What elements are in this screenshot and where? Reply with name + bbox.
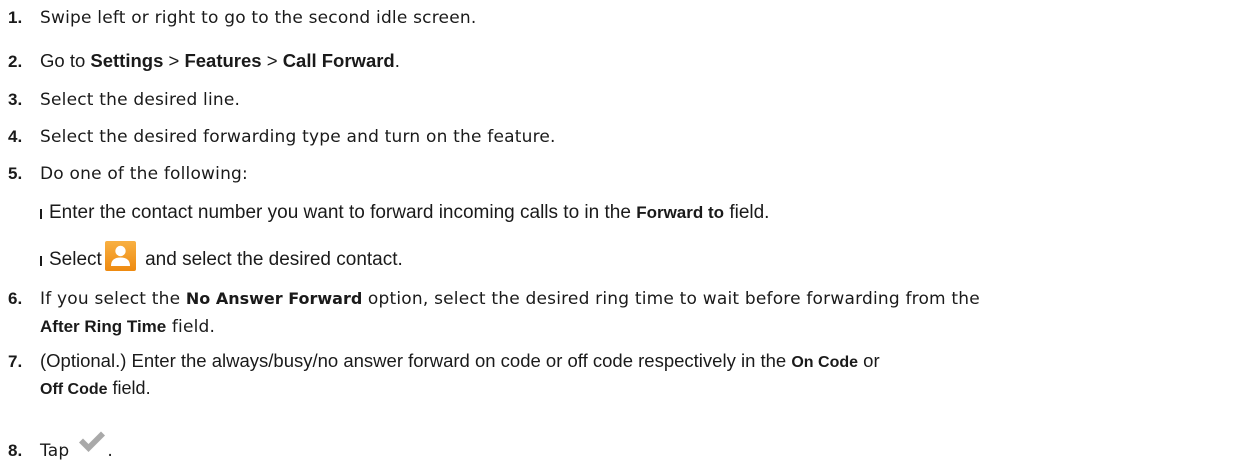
step-text: Select the desired forwarding type and t… (40, 127, 556, 147)
sub-step-text: Enter the contact number you want to for… (49, 202, 637, 223)
step-number: 2. (8, 52, 23, 71)
menu-features: Features (184, 50, 262, 71)
step-3: 3. Select the desired line. (8, 88, 240, 112)
step-4: 4. Select the desired forwarding type and… (8, 125, 556, 149)
separator: > (261, 50, 283, 71)
sub-step-text-end: and select the desired contact. (139, 249, 403, 270)
bullet-mark (40, 209, 42, 219)
option-no-answer-forward: No Answer Forward (185, 289, 363, 308)
sub-step-text: Select (49, 249, 102, 270)
sub-step-1: Enter the contact number you want to for… (40, 201, 769, 225)
step-text-end: field. (166, 317, 216, 337)
step-number: 6. (8, 289, 23, 308)
step-text-end: . (394, 50, 400, 71)
step-number: 4. (8, 127, 23, 146)
step-text-cont: or (858, 350, 880, 371)
document-page: 1. Swipe left or right to go to the secon… (0, 0, 1236, 472)
field-on-code: On Code (791, 354, 859, 371)
step-number: 3. (8, 90, 23, 109)
step-text: Do one of the following: (40, 164, 248, 184)
step-6-line-2: After Ring Time field. (40, 315, 215, 339)
step-text: Swipe left or right to go to the second … (40, 8, 477, 28)
step-7-line-2: Off Code field. (40, 376, 151, 402)
step-text-cont: option, select the desired ring time to … (362, 289, 980, 309)
bullet-mark (40, 256, 42, 266)
step-1: 1. Swipe left or right to go to the secon… (8, 6, 476, 30)
step-6: 6. If you select the No Answer Forward op… (8, 287, 980, 311)
step-5: 5. Do one of the following: (8, 162, 248, 186)
step-8: 8. Tap . (8, 430, 113, 463)
field-after-ring-time: After Ring Time (40, 317, 167, 336)
menu-settings: Settings (90, 50, 164, 71)
separator: > (163, 50, 185, 71)
step-text-end: field. (107, 378, 151, 398)
step-2: 2. Go to Settings > Features > Call Forwa… (8, 49, 400, 74)
step-number: 1. (8, 8, 23, 27)
step-number: 8. (8, 441, 23, 460)
step-text: Select the desired line. (40, 90, 241, 110)
menu-call-forward: Call Forward (282, 50, 395, 71)
step-text: Tap (40, 441, 70, 461)
contact-icon (104, 241, 137, 271)
sub-step-text-end: field. (724, 202, 770, 223)
step-text-end: . (107, 441, 113, 461)
step-7: 7. (Optional.) Enter the always/busy/no a… (8, 349, 880, 375)
step-number: 7. (8, 352, 23, 371)
check-icon (77, 430, 107, 454)
step-text: (Optional.) Enter the always/busy/no ans… (40, 350, 792, 371)
step-text: Go to (40, 50, 91, 71)
sub-step-2: Select and select the desired contact. (40, 241, 403, 272)
step-number: 5. (8, 164, 23, 183)
step-text: If you select the (40, 289, 186, 309)
field-forward-to: Forward to (636, 203, 725, 222)
field-off-code: Off Code (40, 381, 108, 398)
